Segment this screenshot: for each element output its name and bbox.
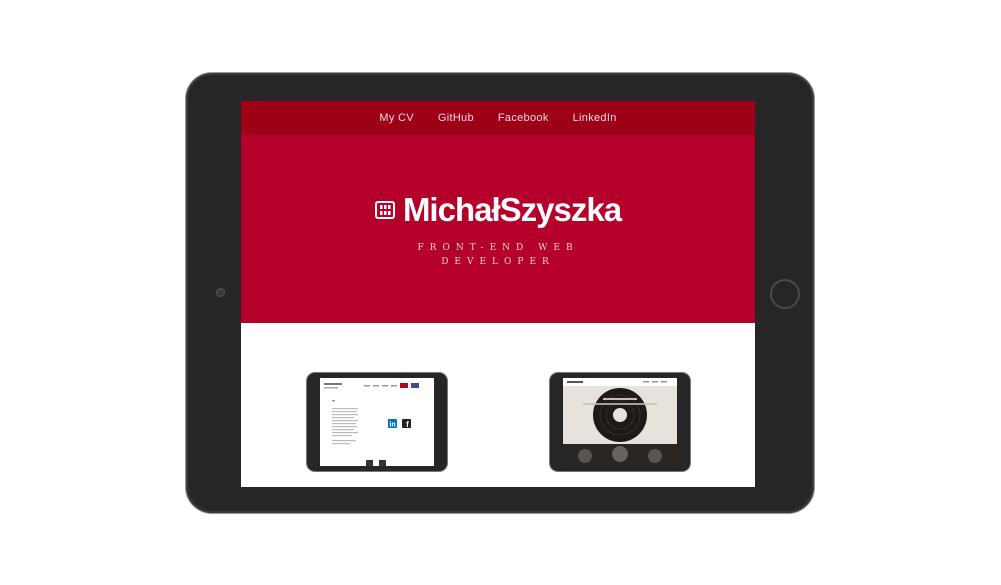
tagline-line-2: DEVELOPER: [441, 257, 555, 267]
cv-site-preview-icon: in f: [320, 378, 434, 466]
tablet-screen: My CV GitHub Facebook LinkedIn MichałSzy…: [241, 101, 755, 487]
brand[interactable]: MichałSzyszka: [241, 193, 755, 226]
portfolio-thumbnail-cv: in f: [320, 378, 434, 466]
top-nav: My CV GitHub Facebook LinkedIn: [241, 101, 755, 135]
svg-text:in: in: [389, 422, 395, 429]
home-button-icon: [770, 279, 800, 309]
nav-link-linkedin[interactable]: LinkedIn: [573, 112, 617, 124]
camera-icon: [216, 288, 225, 297]
brand-name: MichałSzyszka: [402, 191, 622, 228]
nav-link-my-cv[interactable]: My CV: [379, 112, 414, 124]
logo-monogram-icon: [374, 200, 395, 220]
tagline-line-1: FRONT-END WEB: [417, 243, 579, 253]
portfolio-item-cv[interactable]: in f: [307, 373, 447, 471]
hero-banner: MichałSzyszka FRONT-END WEB DEVELOPER: [241, 135, 755, 323]
portfolio-item-vinyl[interactable]: [550, 373, 690, 471]
portfolio-thumbnail-vinyl: [563, 378, 677, 466]
tagline: FRONT-END WEB DEVELOPER: [241, 241, 755, 269]
nav-link-facebook[interactable]: Facebook: [498, 112, 549, 124]
svg-text:f: f: [406, 420, 409, 429]
nav-link-github[interactable]: GitHub: [438, 112, 474, 124]
vinyl-site-preview-icon: [563, 378, 677, 466]
